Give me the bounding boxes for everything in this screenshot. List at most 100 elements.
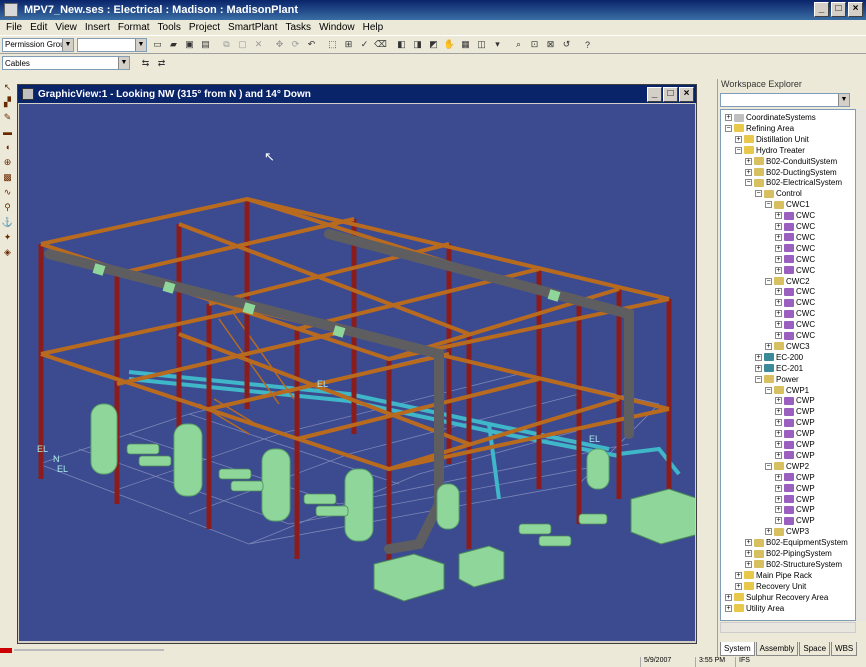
menu-insert[interactable]: Insert — [81, 22, 114, 33]
maximize-button[interactable]: □ — [831, 2, 846, 17]
hide-icon[interactable]: ◩ — [426, 37, 441, 52]
expand-icon[interactable]: + — [745, 168, 752, 176]
tab-assembly[interactable]: Assembly — [755, 642, 799, 656]
tree-vertical-scrollbar[interactable] — [856, 109, 866, 621]
menu-format[interactable]: Format — [114, 22, 154, 33]
tree-item[interactable]: + CWC — [775, 221, 815, 232]
expand-icon[interactable]: + — [775, 430, 782, 438]
conduit-icon[interactable]: ◖ — [1, 141, 14, 154]
close-button[interactable]: × — [679, 87, 694, 102]
expand-icon[interactable]: + — [775, 212, 782, 220]
fitting-icon[interactable]: ⚓ — [1, 216, 14, 229]
expand-icon[interactable]: − — [755, 375, 762, 383]
help-icon[interactable]: ? — [580, 37, 595, 52]
zoom-icon[interactable]: ⌕ — [511, 37, 526, 52]
expand-icon[interactable]: + — [775, 321, 782, 329]
tree-item[interactable]: + CWC — [775, 330, 815, 341]
fit-view-icon[interactable]: ⊠ — [543, 37, 558, 52]
pan-icon[interactable]: ✋ — [442, 37, 457, 52]
tree-item[interactable]: + CWC — [775, 232, 815, 243]
expand-icon[interactable]: + — [765, 528, 772, 536]
undo-icon[interactable]: ↶ — [304, 37, 319, 52]
wire-icon[interactable]: ∿ — [1, 186, 14, 199]
hook-icon[interactable]: ⚲ — [1, 201, 14, 214]
new-file-icon[interactable]: ▭ — [150, 37, 165, 52]
tree-item[interactable]: + EC-201 — [755, 363, 803, 374]
expand-icon[interactable]: − — [745, 179, 752, 187]
menu-file[interactable]: File — [2, 22, 26, 33]
expand-icon[interactable]: − — [725, 124, 732, 132]
expand-icon[interactable]: − — [765, 386, 772, 394]
rotate-icon[interactable]: ⟳ — [288, 37, 303, 52]
expand-icon[interactable]: + — [775, 506, 782, 514]
tree-item[interactable]: + CWC — [775, 265, 815, 276]
tree-item[interactable]: + EC-200 — [755, 352, 803, 363]
print-icon[interactable]: ▤ — [198, 37, 213, 52]
tree-item[interactable]: − Control — [755, 188, 802, 199]
expand-icon[interactable]: + — [775, 408, 782, 416]
filter-combo[interactable]: ▼ — [77, 37, 147, 52]
expand-icon[interactable]: + — [735, 582, 742, 590]
edit-icon[interactable]: ✎ — [1, 111, 14, 124]
expand-icon[interactable]: + — [725, 593, 732, 601]
expand-icon[interactable]: + — [775, 299, 782, 307]
route-cable-icon[interactable]: ▞ — [1, 96, 14, 109]
delete-icon[interactable]: ✕ — [251, 37, 266, 52]
tree-item[interactable]: + CWP — [775, 417, 815, 428]
tree-item[interactable]: + CWC — [775, 297, 815, 308]
minimize-button[interactable]: _ — [647, 87, 662, 102]
tree-item[interactable]: + CWP — [775, 428, 815, 439]
menu-smartplant[interactable]: SmartPlant — [224, 22, 281, 33]
expand-icon[interactable]: − — [755, 190, 762, 198]
tree-item[interactable]: + CWP — [775, 406, 815, 417]
expand-icon[interactable]: − — [765, 277, 772, 285]
tree-item[interactable]: + CWC — [775, 308, 815, 319]
expand-icon[interactable]: − — [765, 462, 772, 470]
tree-item[interactable]: − Hydro Treater — [735, 145, 805, 156]
menu-help[interactable]: Help — [359, 22, 388, 33]
route-icon[interactable]: ⇆ — [138, 56, 153, 71]
expand-icon[interactable]: − — [735, 146, 742, 154]
expand-icon[interactable]: + — [735, 571, 742, 579]
minimize-button[interactable]: _ — [814, 2, 829, 17]
tree-item[interactable]: + Sulphur Recovery Area — [725, 592, 828, 603]
grid-icon[interactable]: ▦ — [458, 37, 473, 52]
chevron-down-icon[interactable]: ▼ — [118, 57, 129, 69]
expand-icon[interactable]: + — [775, 484, 782, 492]
tree-item[interactable]: + CWC — [775, 286, 815, 297]
expand-icon[interactable]: + — [775, 495, 782, 503]
expand-icon[interactable]: + — [725, 604, 732, 612]
tree-item[interactable]: + CWP — [775, 515, 815, 526]
paste-icon[interactable]: ▢ — [235, 37, 250, 52]
expand-icon[interactable]: + — [775, 288, 782, 296]
tree-item[interactable]: + CWC — [775, 254, 815, 265]
tree-item[interactable]: + CWC — [775, 319, 815, 330]
tree-item[interactable]: + B02-EquipmentSystem — [745, 537, 848, 548]
tree-item[interactable]: − Power — [755, 374, 799, 385]
connect-icon[interactable]: ⇄ — [154, 56, 169, 71]
tree-item[interactable]: − Refining Area — [725, 123, 794, 134]
menu-edit[interactable]: Edit — [26, 22, 51, 33]
menu-window[interactable]: Window — [315, 22, 359, 33]
chevron-down-icon[interactable]: ▼ — [838, 94, 849, 106]
menu-view[interactable]: View — [51, 22, 81, 33]
3d-model-canvas[interactable]: EL EL N EL EL ↖ — [19, 104, 695, 641]
expand-icon[interactable]: − — [765, 201, 772, 209]
expand-icon[interactable]: + — [775, 332, 782, 339]
tree-item[interactable]: + CWP — [775, 439, 815, 450]
pointer-icon[interactable]: ↖ — [1, 81, 14, 94]
expand-icon[interactable]: + — [755, 353, 762, 361]
tray-icon[interactable]: ▬ — [1, 126, 14, 139]
menu-project[interactable]: Project — [185, 22, 224, 33]
component-icon[interactable]: ◈ — [1, 246, 14, 259]
tree-item[interactable]: + B02-ConduitSystem — [745, 156, 837, 167]
close-button[interactable]: × — [848, 2, 863, 17]
check-icon[interactable]: ✓ — [357, 37, 372, 52]
expand-icon[interactable]: + — [775, 310, 782, 318]
expand-icon[interactable]: + — [775, 517, 782, 525]
tree-item[interactable]: + CWP — [775, 395, 815, 406]
expand-icon[interactable]: + — [775, 233, 782, 241]
tab-system[interactable]: System — [720, 642, 755, 656]
chevron-down-icon[interactable]: ▼ — [62, 38, 73, 51]
tab-space[interactable]: Space — [799, 642, 831, 656]
